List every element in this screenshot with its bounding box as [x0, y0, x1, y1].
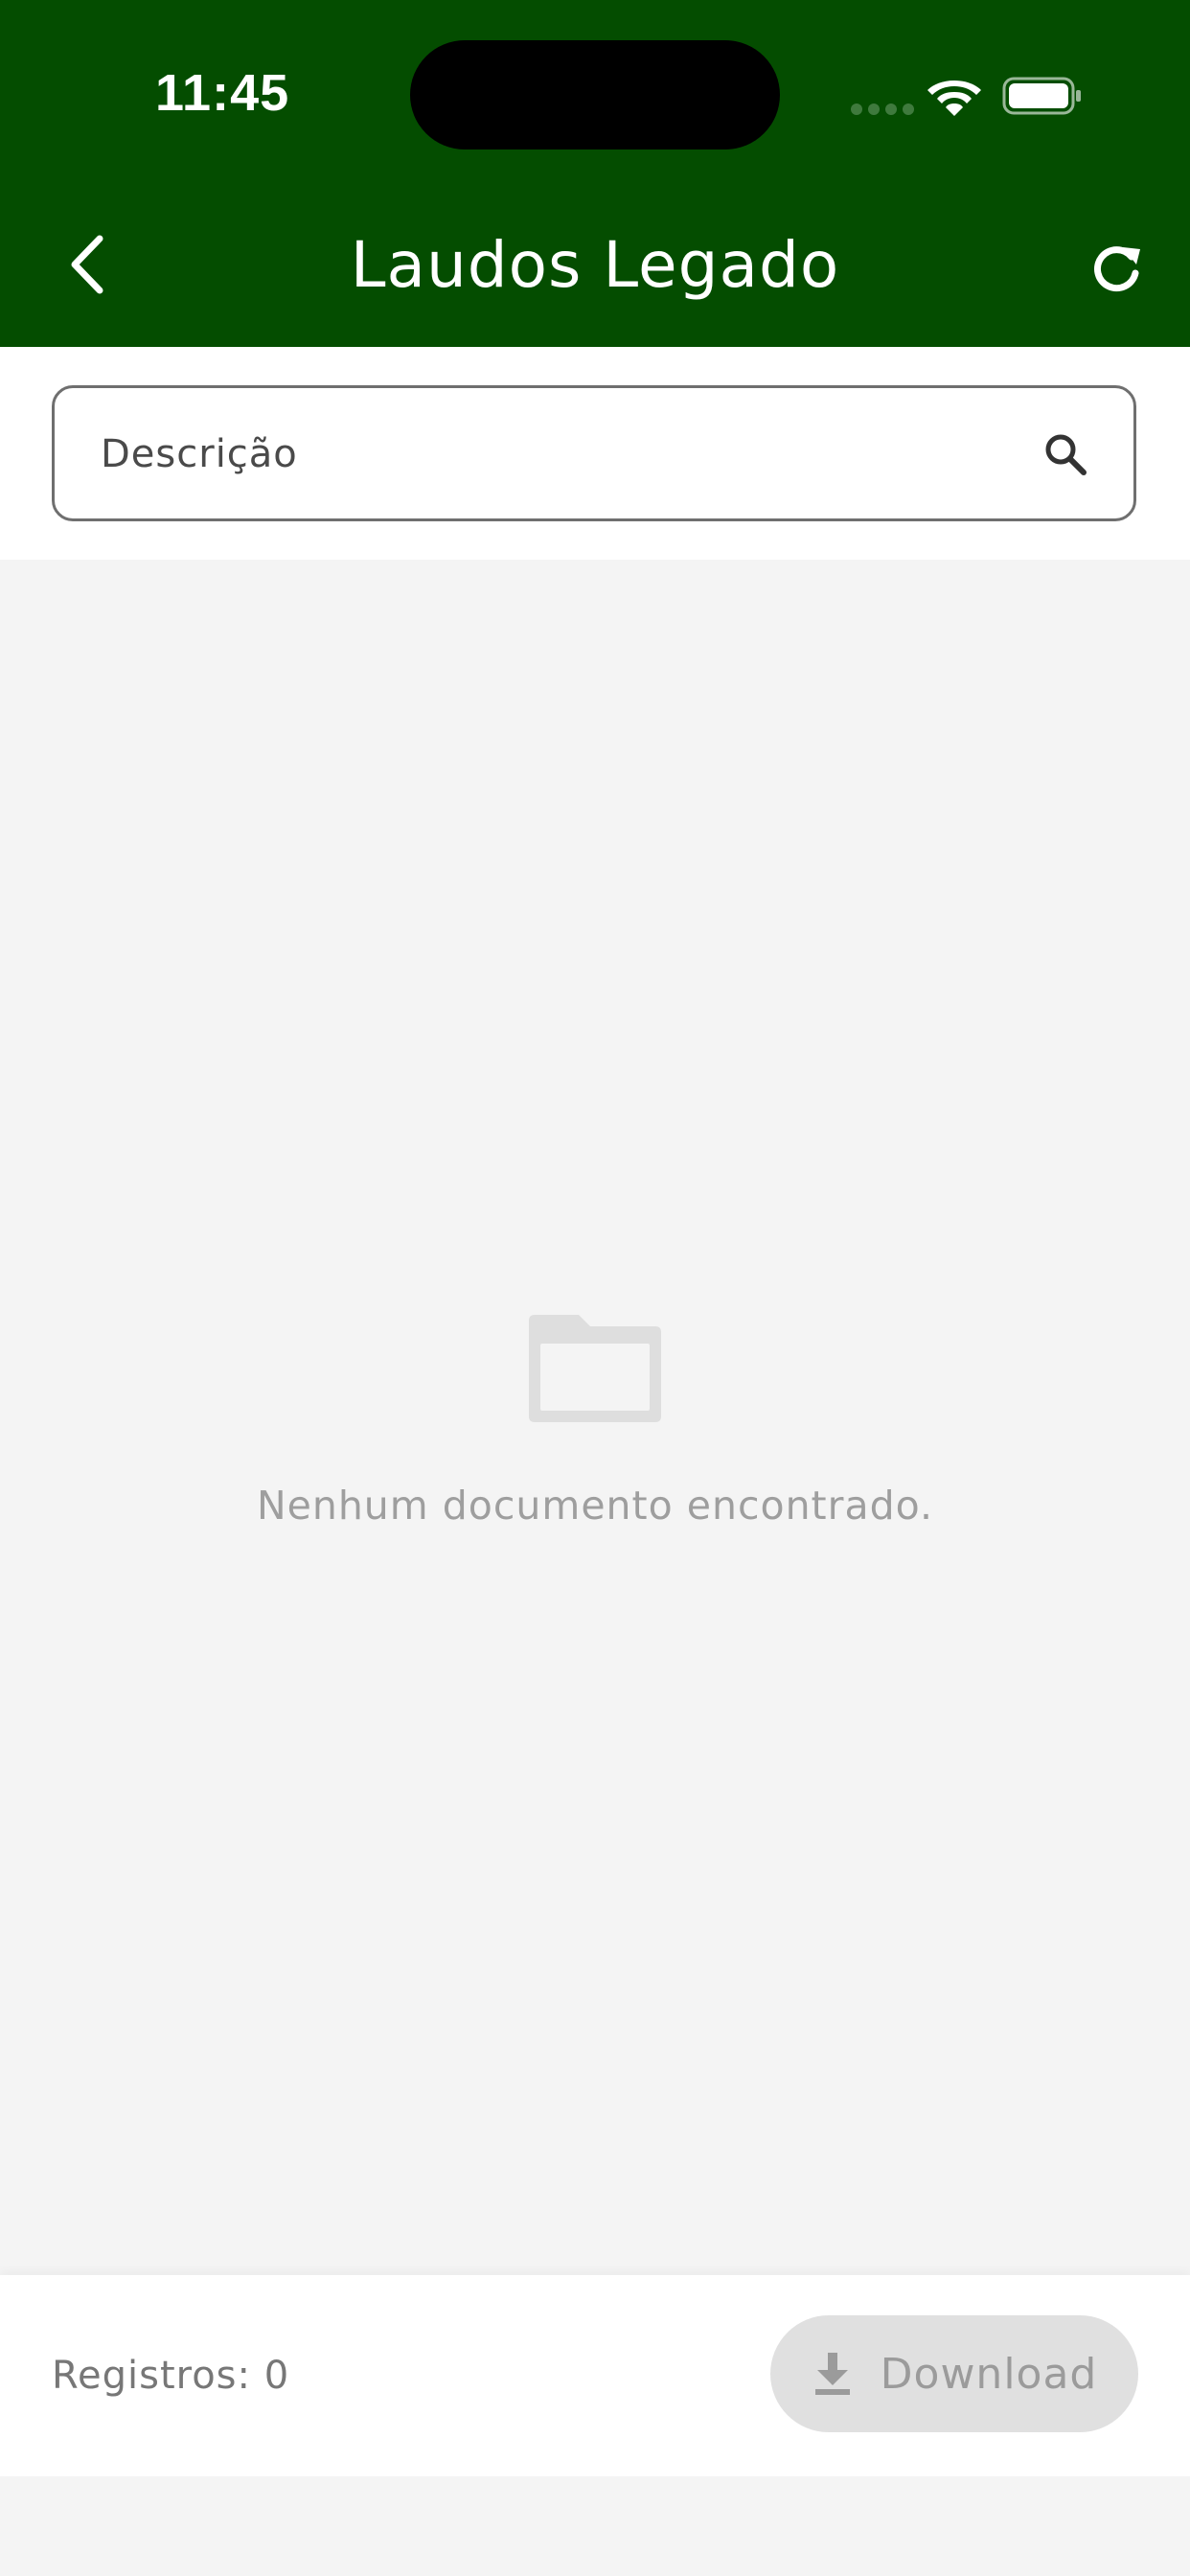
refresh-icon	[1094, 246, 1140, 292]
search-input[interactable]	[99, 388, 965, 520]
empty-state: Nenhum documento encontrado.	[0, 1311, 1190, 1529]
search-box	[52, 385, 1136, 521]
signal-dots-icon	[851, 104, 914, 115]
status-time: 11:45	[155, 64, 290, 122]
download-button[interactable]: Download	[770, 2315, 1138, 2432]
search-area	[0, 347, 1190, 560]
folder-icon	[529, 1315, 661, 1422]
battery-icon	[1002, 77, 1081, 115]
app-header: 11:45 Laudos Legado	[0, 0, 1190, 347]
footer-bar: Registros: 0 Download	[0, 2275, 1190, 2476]
wifi-icon	[927, 80, 981, 116]
bottom-strip	[0, 2476, 1190, 2576]
dynamic-island	[410, 40, 780, 150]
document-list-area: Nenhum documento encontrado.	[0, 560, 1190, 2275]
empty-state-message: Nenhum documento encontrado.	[256, 1483, 934, 1529]
download-icon	[814, 2353, 850, 2395]
search-icon[interactable]	[1041, 430, 1089, 478]
page-title: Laudos Legado	[350, 228, 840, 302]
download-label: Download	[880, 2349, 1098, 2399]
record-count: Registros: 0	[52, 2354, 290, 2398]
refresh-button[interactable]	[1083, 236, 1150, 303]
